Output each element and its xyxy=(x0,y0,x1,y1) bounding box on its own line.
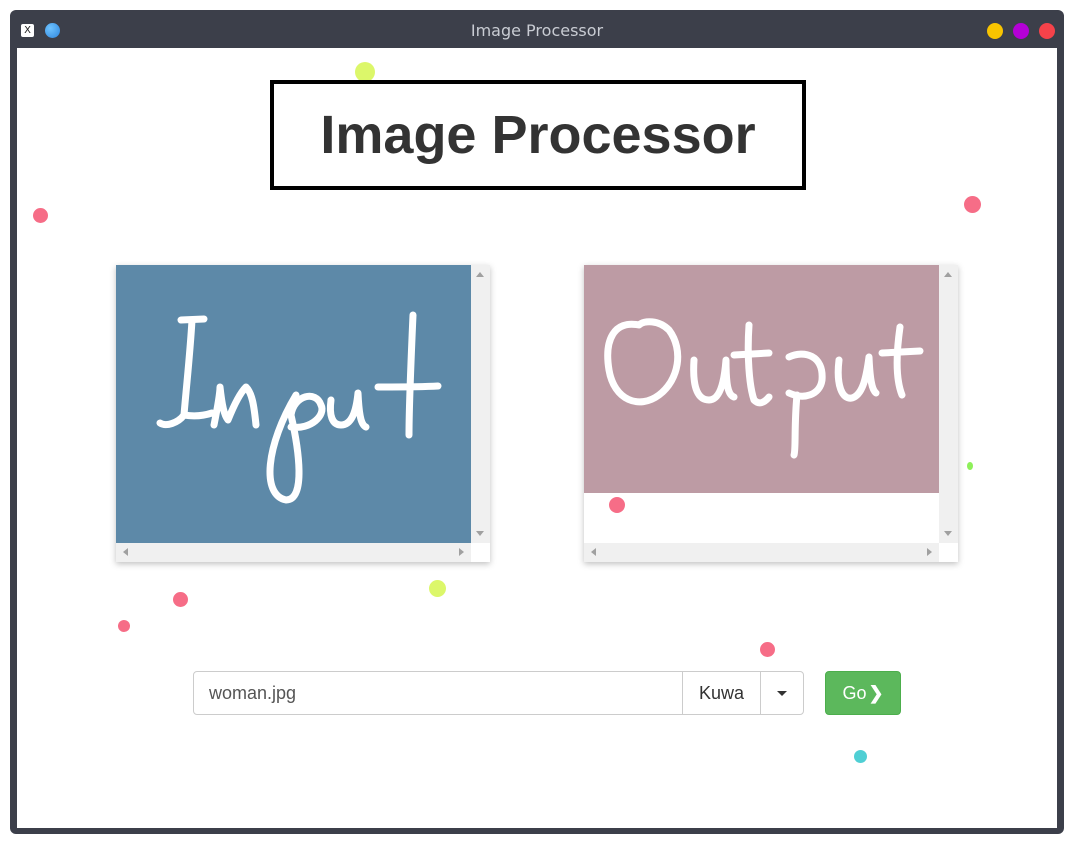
scroll-down-arrow[interactable] xyxy=(944,531,952,536)
maximize-button[interactable] xyxy=(1013,23,1029,39)
scroll-left-arrow[interactable] xyxy=(591,548,596,556)
scroll-right-arrow[interactable] xyxy=(459,548,464,556)
page-content: Image Processor woman.jpg Kuwa Go ❯ xyxy=(17,48,1057,828)
particle xyxy=(429,580,446,597)
output-image xyxy=(584,265,939,493)
particle xyxy=(760,642,775,657)
output-image-background xyxy=(584,265,939,493)
scroll-right-arrow[interactable] xyxy=(927,548,932,556)
minimize-button[interactable] xyxy=(987,23,1003,39)
particle xyxy=(33,208,48,223)
particle xyxy=(964,196,981,213)
input-image-panel[interactable] xyxy=(116,265,490,562)
go-button[interactable]: Go ❯ xyxy=(825,671,901,715)
scroll-up-arrow[interactable] xyxy=(944,272,952,277)
page-title: Image Processor xyxy=(270,80,806,190)
filter-dropdown-toggle[interactable] xyxy=(760,671,804,715)
close-button[interactable] xyxy=(1039,23,1055,39)
scrollbar-corner xyxy=(939,543,958,562)
particle xyxy=(854,750,867,763)
app-window: X Image Processor Image Processor woman.… xyxy=(10,10,1064,834)
scroll-up-arrow[interactable] xyxy=(476,272,484,277)
particle xyxy=(609,497,625,513)
particle xyxy=(967,462,973,470)
caret-down-icon xyxy=(777,691,787,696)
go-button-label: Go xyxy=(842,683,867,703)
particle xyxy=(355,62,375,82)
scrollbar-corner xyxy=(471,543,490,562)
filter-select-value: Kuwa xyxy=(698,683,745,703)
scroll-down-arrow[interactable] xyxy=(476,531,484,536)
scroll-left-arrow[interactable] xyxy=(123,548,128,556)
horizontal-scrollbar[interactable] xyxy=(584,543,939,562)
horizontal-scrollbar[interactable] xyxy=(116,543,471,562)
vertical-scrollbar[interactable] xyxy=(471,265,490,543)
vertical-scrollbar[interactable] xyxy=(939,265,958,543)
output-image-panel[interactable] xyxy=(584,265,958,562)
window-title: Image Processor xyxy=(470,21,604,40)
chevron-right-icon: ❯ xyxy=(868,683,884,703)
input-image xyxy=(116,265,471,543)
filter-select[interactable]: Kuwa xyxy=(682,671,761,715)
particle xyxy=(173,592,188,607)
filename-input[interactable] xyxy=(193,671,683,715)
title-bar[interactable]: X Image Processor xyxy=(10,10,1064,48)
particle xyxy=(118,620,130,632)
